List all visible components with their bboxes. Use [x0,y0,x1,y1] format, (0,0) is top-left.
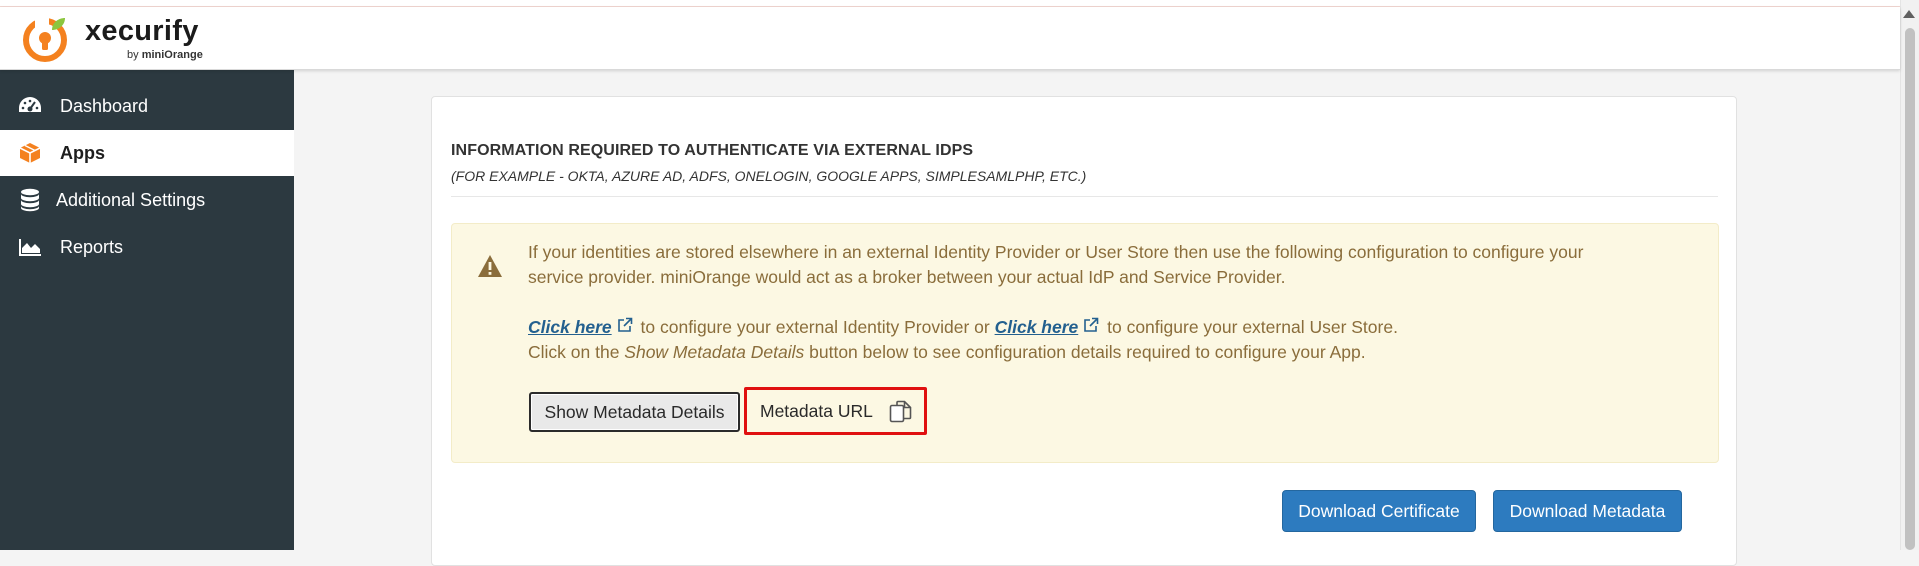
alert-text-links: Click here to configure your external Id… [528,317,1398,337]
divider [451,196,1718,197]
copy-icon[interactable] [888,399,914,425]
sidebar-item-label: Reports [60,236,124,257]
alert-text-line1: If your identities are stored elsewhere … [528,242,1584,262]
sidebar-item-additional-settings[interactable]: Additional Settings [0,177,294,223]
sidebar-item-apps[interactable]: Apps [0,130,294,176]
external-idp-card: INFORMATION REQUIRED TO AUTHENTICATE VIA… [431,96,1737,566]
sidebar-item-label: Apps [60,142,105,163]
configure-idp-link[interactable]: Click here [528,317,612,337]
alert-text-line2: service provider. miniOrange would act a… [528,267,1286,287]
xecurify-logo[interactable] [21,13,73,65]
metadata-url-label: Metadata URL [760,400,873,421]
area-chart-icon [17,234,43,260]
sidebar-item-dashboard[interactable]: Dashboard [0,83,294,129]
vertical-scrollbar[interactable] [1900,0,1919,550]
dashboard-gauge-icon [17,93,43,119]
download-certificate-button[interactable]: Download Certificate [1282,490,1476,532]
configure-user-store-link[interactable]: Click here [995,317,1079,337]
top-border [0,0,1900,7]
info-alert: If your identities are stored elsewhere … [451,223,1719,463]
external-link-icon [1084,317,1099,332]
sidebar: Dashboard Apps Additional Settings Repor… [0,70,294,550]
sidebar-item-reports[interactable]: Reports [0,224,294,270]
cube-icon [17,140,43,166]
scrollbar-thumb[interactable] [1905,28,1915,550]
metadata-url-copy[interactable]: Metadata URL [744,387,927,435]
show-metadata-details-button[interactable]: Show Metadata Details [529,392,740,432]
external-link-icon [617,317,632,332]
page-subtitle: (FOR EXAMPLE - OKTA, AZURE AD, ADFS, ONE… [451,168,1087,184]
brand-byline: by miniOrange [127,49,203,61]
sidebar-item-label: Additional Settings [56,189,206,210]
brand-name: xecurify [85,15,199,47]
app-header: xecurify by miniOrange [0,7,1900,70]
download-metadata-button[interactable]: Download Metadata [1493,490,1682,532]
warning-icon [478,255,502,277]
sidebar-item-label: Dashboard [60,95,149,116]
scroll-up-arrow-icon[interactable] [1903,10,1915,18]
alert-text-line4: Click on the Show Metadata Details butto… [528,342,1366,362]
database-icon [17,187,43,213]
page-title: INFORMATION REQUIRED TO AUTHENTICATE VIA… [451,142,974,159]
